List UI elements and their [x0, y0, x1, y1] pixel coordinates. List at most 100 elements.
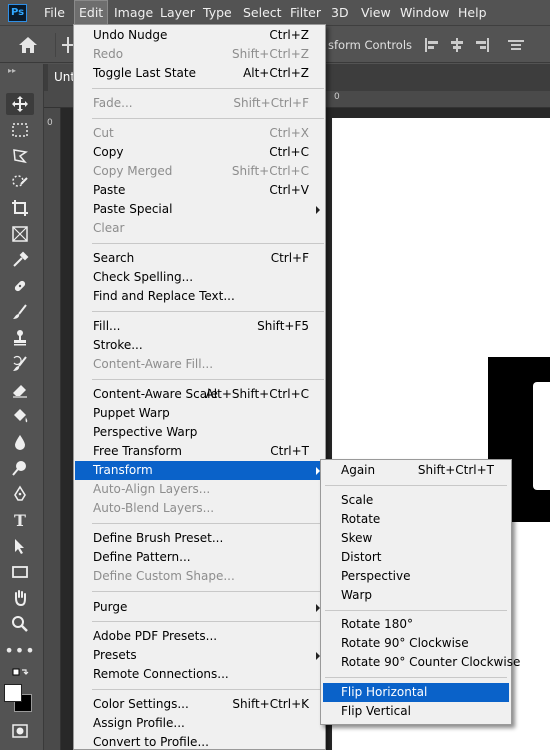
submenu-item-rotate-90-cw[interactable]: Rotate 90° Clockwise: [323, 634, 509, 653]
submenu-item-again[interactable]: Again Shift+Ctrl+T: [323, 461, 509, 480]
menu-separator: [92, 118, 324, 119]
menu-item-toggle-last-state[interactable]: Toggle Last State Alt+Ctrl+Z: [75, 64, 326, 83]
zoom-tool-icon[interactable]: [6, 613, 34, 635]
hand-tool-icon[interactable]: [6, 587, 34, 609]
menu-item-define-brush-preset[interactable]: Define Brush Preset...: [75, 529, 326, 548]
vertical-ruler: [44, 108, 61, 750]
menu-item-fade[interactable]: Fade... Shift+Ctrl+F: [75, 94, 326, 113]
menu-separator: [325, 485, 507, 486]
menu-edit[interactable]: Edit: [74, 0, 109, 26]
align-right-edges-icon[interactable]: [474, 38, 490, 52]
menu-filter[interactable]: Filter: [286, 0, 325, 26]
vertical-ruler-zero: 0: [47, 118, 53, 128]
menu-file[interactable]: File: [40, 0, 69, 26]
menu-item-redo[interactable]: Redo Shift+Ctrl+Z: [75, 45, 326, 64]
crop-tool-icon[interactable]: [6, 197, 34, 219]
home-icon[interactable]: [18, 36, 38, 54]
menu-item-transform[interactable]: Transform: [75, 461, 326, 480]
dodge-tool-icon[interactable]: [6, 457, 34, 479]
submenu-item-perspective[interactable]: Perspective: [323, 567, 509, 586]
submenu-item-skew[interactable]: Skew: [323, 529, 509, 548]
menu-item-stroke[interactable]: Stroke...: [75, 336, 326, 355]
submenu-item-rotate-90-ccw[interactable]: Rotate 90° Counter Clockwise: [323, 653, 520, 672]
lasso-tool-icon[interactable]: [6, 145, 34, 167]
submenu-item-rotate[interactable]: Rotate: [323, 510, 509, 529]
menu-item-remote-connections[interactable]: Remote Connections...: [75, 665, 326, 684]
menu-separator: [92, 88, 324, 89]
menu-item-fill[interactable]: Fill... Shift+F5: [75, 317, 326, 336]
menu-item-presets[interactable]: Presets: [75, 646, 326, 665]
frame-tool-icon[interactable]: [6, 223, 34, 245]
align-horizontal-centers-icon[interactable]: [449, 38, 465, 52]
menu-item-find-replace-text[interactable]: Find and Replace Text...: [75, 287, 326, 306]
menu-item-cut[interactable]: Cut Ctrl+X: [75, 124, 326, 143]
align-left-edges-icon[interactable]: [424, 38, 440, 52]
submenu-item-distort[interactable]: Distort: [323, 548, 509, 567]
menu-item-puppet-warp[interactable]: Puppet Warp: [75, 404, 326, 423]
menu-item-copy[interactable]: Copy Ctrl+C: [75, 143, 326, 162]
healing-brush-tool-icon[interactable]: [6, 275, 34, 297]
brush-tool-icon[interactable]: [6, 301, 34, 323]
submenu-item-rotate-180[interactable]: Rotate 180°: [323, 615, 509, 634]
menu-separator: [92, 523, 324, 524]
menu-image[interactable]: Image: [110, 0, 157, 26]
submenu-arrow-icon: [316, 206, 320, 214]
menu-item-content-aware-fill[interactable]: Content-Aware Fill...: [75, 355, 326, 374]
history-brush-tool-icon[interactable]: [6, 353, 34, 375]
more-tools-icon[interactable]: •••: [4, 639, 34, 661]
menu-3d[interactable]: 3D: [327, 0, 353, 26]
menu-layer[interactable]: Layer: [156, 0, 199, 26]
menu-item-content-aware-scale[interactable]: Content-Aware Scale Alt+Shift+Ctrl+C: [75, 385, 326, 404]
collapse-panel-icon[interactable]: ▸▸: [8, 66, 16, 75]
menu-separator: [92, 689, 324, 690]
menu-item-paste-special[interactable]: Paste Special: [75, 200, 326, 219]
menu-item-purge[interactable]: Purge: [75, 598, 326, 617]
eraser-tool-icon[interactable]: [6, 379, 34, 401]
menu-item-search[interactable]: Search Ctrl+F: [75, 249, 326, 268]
menu-separator: [92, 621, 324, 622]
menu-view[interactable]: View: [357, 0, 395, 26]
menu-item-copy-merged[interactable]: Copy Merged Shift+Ctrl+C: [75, 162, 326, 181]
photoshop-logo-icon: Ps: [8, 4, 27, 22]
transform-submenu: Again Shift+Ctrl+T Scale Rotate Skew Dist…: [320, 459, 520, 725]
submenu-item-flip-horizontal[interactable]: Flip Horizontal: [323, 683, 509, 702]
submenu-item-scale[interactable]: Scale: [323, 491, 509, 510]
submenu-item-warp[interactable]: Warp: [323, 586, 509, 605]
paint-bucket-tool-icon[interactable]: [6, 405, 34, 427]
quick-mask-icon[interactable]: [6, 720, 34, 742]
menu-item-perspective-warp[interactable]: Perspective Warp: [75, 423, 326, 442]
menu-separator: [92, 379, 324, 380]
horizontal-ruler-zero: 0: [334, 92, 340, 102]
menu-select[interactable]: Select: [239, 0, 286, 26]
type-tool-icon[interactable]: T: [6, 509, 34, 531]
menu-item-paste[interactable]: Paste Ctrl+V: [75, 181, 326, 200]
clone-stamp-tool-icon[interactable]: [6, 327, 34, 349]
foreground-color-swatch[interactable]: [4, 684, 22, 702]
eyedropper-tool-icon[interactable]: [6, 249, 34, 271]
move-tool-icon[interactable]: [6, 93, 34, 115]
menu-item-define-pattern[interactable]: Define Pattern...: [75, 548, 326, 567]
menu-item-assign-profile[interactable]: Assign Profile...: [75, 714, 326, 733]
submenu-item-flip-vertical[interactable]: Flip Vertical: [323, 702, 509, 721]
pen-tool-icon[interactable]: [6, 483, 34, 505]
align-top-edges-icon[interactable]: [508, 38, 524, 52]
menu-item-undo-nudge[interactable]: Undo Nudge Ctrl+Z: [75, 26, 326, 45]
menu-item-auto-align-layers[interactable]: Auto-Align Layers...: [75, 480, 326, 499]
path-selection-tool-icon[interactable]: [6, 535, 34, 557]
menu-help[interactable]: Help: [454, 0, 491, 26]
menu-item-adobe-pdf-presets[interactable]: Adobe PDF Presets...: [75, 627, 326, 646]
rectangle-tool-icon[interactable]: [6, 561, 34, 583]
menu-item-convert-to-profile[interactable]: Convert to Profile...: [75, 733, 326, 750]
menu-type[interactable]: Type: [199, 0, 236, 26]
menu-item-auto-blend-layers[interactable]: Auto-Blend Layers...: [75, 499, 326, 518]
blur-tool-icon[interactable]: [6, 431, 34, 453]
show-transform-controls-label[interactable]: sform Controls: [328, 27, 412, 63]
menu-item-check-spelling[interactable]: Check Spelling...: [75, 268, 326, 287]
menu-item-clear[interactable]: Clear: [75, 219, 326, 238]
menu-item-free-transform[interactable]: Free Transform Ctrl+T: [75, 442, 326, 461]
menu-item-define-custom-shape[interactable]: Define Custom Shape...: [75, 567, 326, 586]
menu-window[interactable]: Window: [396, 0, 453, 26]
rectangular-marquee-tool-icon[interactable]: [6, 119, 34, 141]
quick-selection-tool-icon[interactable]: [6, 171, 34, 193]
menu-item-color-settings[interactable]: Color Settings... Shift+Ctrl+K: [75, 695, 326, 714]
